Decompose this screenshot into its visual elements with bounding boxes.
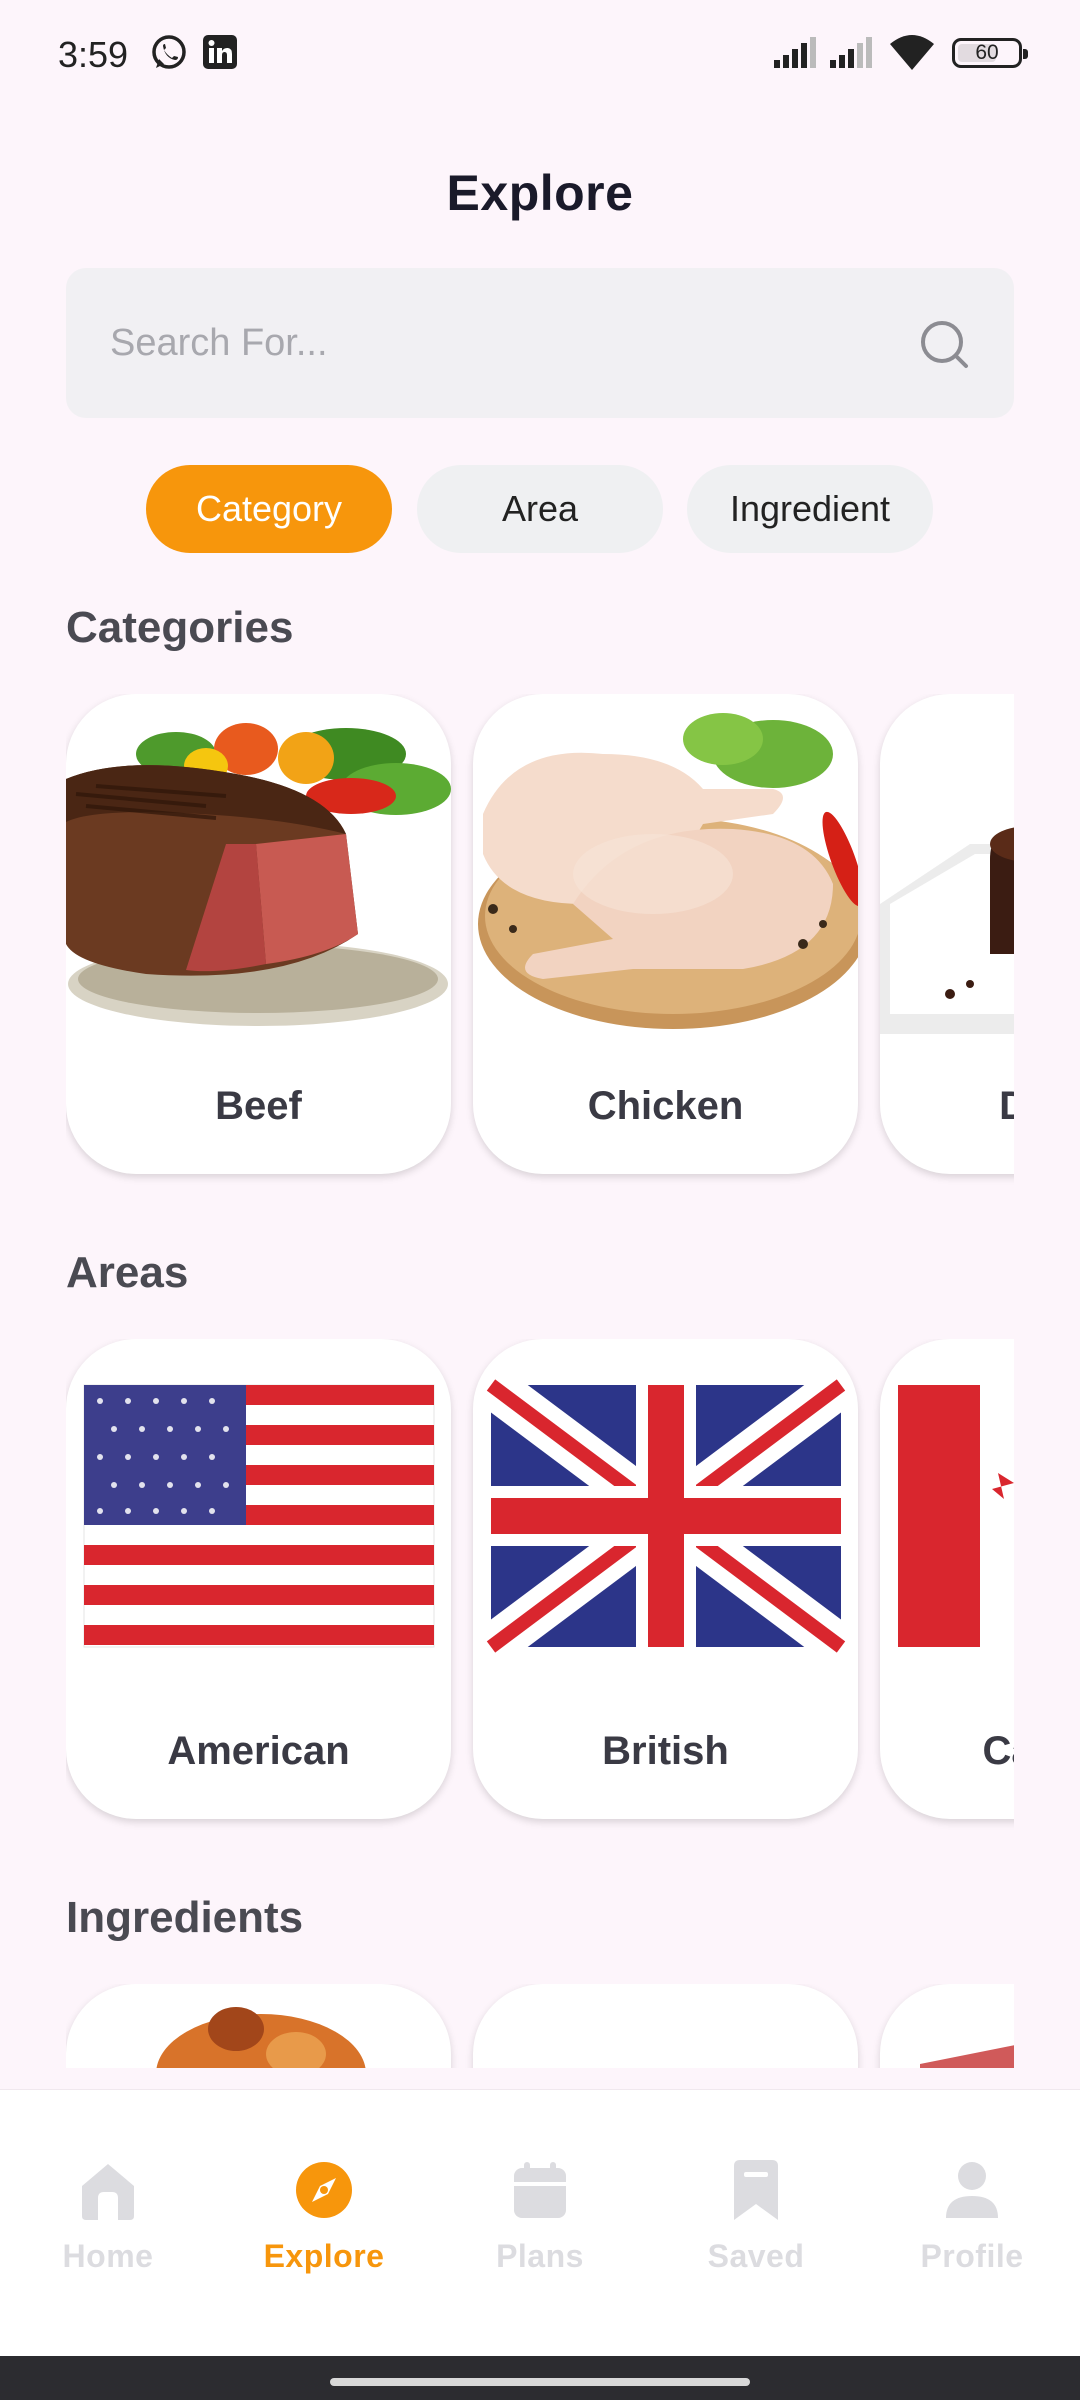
ingredient-image	[920, 2045, 1014, 2068]
person-icon	[946, 2162, 998, 2218]
battery-level: 60	[975, 41, 999, 64]
nav-label: Profile	[920, 2238, 1024, 2274]
status-bar: 3:59 60	[0, 0, 1080, 110]
area-label: American	[167, 1729, 350, 1773]
chip-area[interactable]: Area	[417, 465, 663, 553]
battery-icon: 60	[952, 38, 1028, 68]
nav-home[interactable]: Home	[0, 2090, 216, 2356]
nav-label: Plans	[496, 2238, 584, 2274]
search-bar	[66, 268, 1014, 418]
gesture-bar	[0, 2356, 1080, 2400]
ingredient-image	[156, 2007, 366, 2068]
nav-label: Explore	[263, 2238, 385, 2274]
page-title: Explore	[446, 165, 634, 221]
category-label: Chicken	[587, 1084, 744, 1128]
calendar-icon	[514, 2162, 566, 2218]
nav-label: Saved	[707, 2238, 805, 2274]
chicken-image	[478, 713, 858, 1029]
bookmark-icon	[734, 2160, 778, 2220]
area-label: Canadian	[982, 1729, 1014, 1773]
area-card-american[interactable]: American	[66, 1339, 451, 1819]
dessert-image	[880, 827, 1014, 1034]
compass-icon	[296, 2162, 352, 2218]
beef-image	[66, 723, 451, 1026]
ingredients-title: Ingredients	[66, 1893, 304, 1942]
nav-profile[interactable]: Profile	[864, 2090, 1080, 2356]
categories-row: Beef Chicken Dessert	[66, 694, 1014, 1186]
bottom-navigation: Home Explore Plans Saved Profile	[0, 2090, 1080, 2356]
uk-flag-image	[477, 1367, 855, 1665]
us-flag-image	[83, 1384, 435, 1648]
search-icon[interactable]	[918, 318, 970, 370]
nav-explore[interactable]: Explore	[216, 2090, 432, 2356]
nav-saved[interactable]: Saved	[648, 2090, 864, 2356]
canada-flag-image	[898, 1385, 1014, 1647]
home-indicator[interactable]	[330, 2378, 750, 2386]
ingredient-card[interactable]	[473, 1984, 858, 2068]
filter-chips: Category Area Ingredient	[0, 465, 1080, 553]
area-card-canadian[interactable]: Canadian	[880, 1339, 1014, 1819]
category-card-dessert[interactable]: Dessert	[880, 694, 1014, 1174]
nav-plans[interactable]: Plans	[432, 2090, 648, 2356]
areas-row: American British Canadian	[66, 1339, 1014, 1831]
signal-icon	[830, 37, 872, 68]
chip-category[interactable]: Category	[146, 465, 392, 553]
linkedin-icon	[203, 35, 237, 69]
area-card-british[interactable]: British	[473, 1339, 858, 1819]
categories-title: Categories	[66, 603, 294, 652]
areas-title: Areas	[66, 1248, 189, 1297]
nav-label: Home	[62, 2238, 154, 2274]
whatsapp-icon	[152, 35, 186, 69]
category-card-beef[interactable]: Beef	[66, 694, 451, 1174]
category-card-chicken[interactable]: Chicken	[473, 694, 858, 1174]
ingredient-card[interactable]	[66, 1984, 451, 2068]
search-input[interactable]	[110, 268, 910, 418]
category-label: Dessert	[999, 1084, 1014, 1128]
status-time: 3:59	[58, 34, 129, 75]
chip-ingredient[interactable]: Ingredient	[687, 465, 933, 553]
wifi-icon	[890, 35, 934, 70]
area-label: British	[602, 1729, 729, 1773]
ingredients-row	[66, 1984, 1014, 2068]
ingredient-card[interactable]	[880, 1984, 1014, 2068]
home-icon	[82, 2164, 134, 2220]
category-label: Beef	[215, 1084, 302, 1128]
signal-icon	[774, 37, 816, 68]
